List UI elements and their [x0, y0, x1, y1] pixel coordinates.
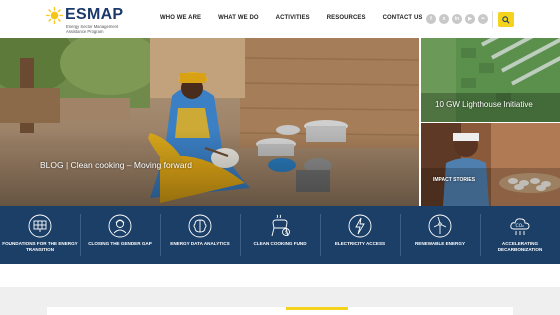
impact-stories-photo: [421, 123, 560, 206]
logo-subtitle: Energy Sector Management Assistance Prog…: [66, 24, 119, 34]
focus-label: FOUNDATIONS FOR THE ENERGY TRANSITION: [2, 241, 78, 252]
search-icon: [502, 15, 510, 24]
site-header: ESMAP Energy Sector Management Assistanc…: [0, 0, 560, 38]
clean-cooking-photo: [0, 38, 419, 206]
social-links: f x in ▶ ••: [426, 14, 491, 24]
focus-label: CLOSING THE GENDER GAP: [88, 241, 152, 246]
focus-item-electricity[interactable]: ELECTRICITY ACCESS: [320, 206, 400, 264]
cookstove-fund-icon: $: [271, 214, 290, 237]
card-accent-bar: [286, 307, 348, 310]
x-twitter-icon[interactable]: x: [439, 14, 449, 24]
nav-what-we-do[interactable]: WHAT WE DO: [218, 15, 259, 21]
solar-panel-icon: [28, 214, 52, 238]
impact-stories-feature[interactable]: IMPACT STORIES: [421, 123, 560, 206]
focus-item-gender[interactable]: CLOSING THE GENDER GAP: [80, 206, 160, 264]
nav-contact-us[interactable]: CONTACT US: [383, 15, 423, 21]
nav-who-we-are[interactable]: WHO WE ARE: [160, 15, 201, 21]
svg-text:$: $: [285, 230, 288, 236]
nav-resources[interactable]: RESOURCES: [327, 15, 366, 21]
focus-label: CLEAN COOKING FUND: [253, 241, 307, 246]
focus-label: ELECTRICITY ACCESS: [334, 241, 386, 246]
lower-section: [0, 287, 560, 315]
wind-turbine-icon: [428, 214, 452, 238]
lighthouse-title[interactable]: 10 GW Lighthouse Initiative: [435, 100, 533, 109]
co2-cloud-icon: CO₂: [510, 218, 530, 235]
search-button[interactable]: [498, 12, 514, 27]
focus-item-renewable[interactable]: RENEWABLE ENERGY: [400, 206, 480, 264]
svg-text:CO₂: CO₂: [516, 223, 525, 229]
brain-icon: [188, 214, 212, 238]
esmap-logo[interactable]: ESMAP Energy Sector Management Assistanc…: [46, 5, 156, 35]
focus-item-data-analytics[interactable]: ENERGY DATA ANALYTICS: [160, 206, 240, 264]
lighthouse-feature[interactable]: 10 GW Lighthouse Initiative: [421, 38, 560, 122]
impact-stories-title[interactable]: IMPACT STORIES: [433, 177, 475, 183]
woman-icon: [108, 214, 132, 238]
nav-activities[interactable]: ACTIVITIES: [276, 15, 310, 21]
focus-item-clean-cooking-fund[interactable]: $ CLEAN COOKING FUND: [240, 206, 320, 264]
focus-item-decarbonization[interactable]: CO₂ ACCELERATING DECARBONIZATION: [480, 206, 560, 264]
youtube-icon[interactable]: ▶: [465, 14, 475, 24]
facebook-icon[interactable]: f: [426, 14, 436, 24]
content-card: [47, 307, 513, 315]
solar-farm-photo: [421, 38, 560, 122]
lightning-icon: [348, 214, 372, 238]
header-divider: [492, 11, 493, 28]
main-nav: WHO WE ARE WHAT WE DO ACTIVITIES RESOURC…: [160, 15, 440, 21]
logo-wordmark: ESMAP: [65, 6, 124, 23]
focus-item-foundations[interactable]: FOUNDATIONS FOR THE ENERGY TRANSITION: [0, 206, 80, 264]
section-gap: [0, 264, 560, 287]
flickr-icon[interactable]: ••: [478, 14, 488, 24]
focus-label: ACCELERATING DECARBONIZATION: [497, 241, 543, 252]
sun-logo-icon: [46, 7, 63, 24]
linkedin-icon[interactable]: in: [452, 14, 462, 24]
focus-areas-band: FOUNDATIONS FOR THE ENERGY TRANSITION CL…: [0, 206, 560, 264]
hero-caption[interactable]: BLOG | Clean cooking – Moving forward: [40, 160, 192, 170]
page: ESMAP Energy Sector Management Assistanc…: [0, 0, 560, 315]
focus-label: ENERGY DATA ANALYTICS: [170, 241, 230, 246]
hero-main-feature[interactable]: BLOG | Clean cooking – Moving forward: [0, 38, 419, 206]
focus-label: RENEWABLE ENERGY: [414, 241, 466, 246]
